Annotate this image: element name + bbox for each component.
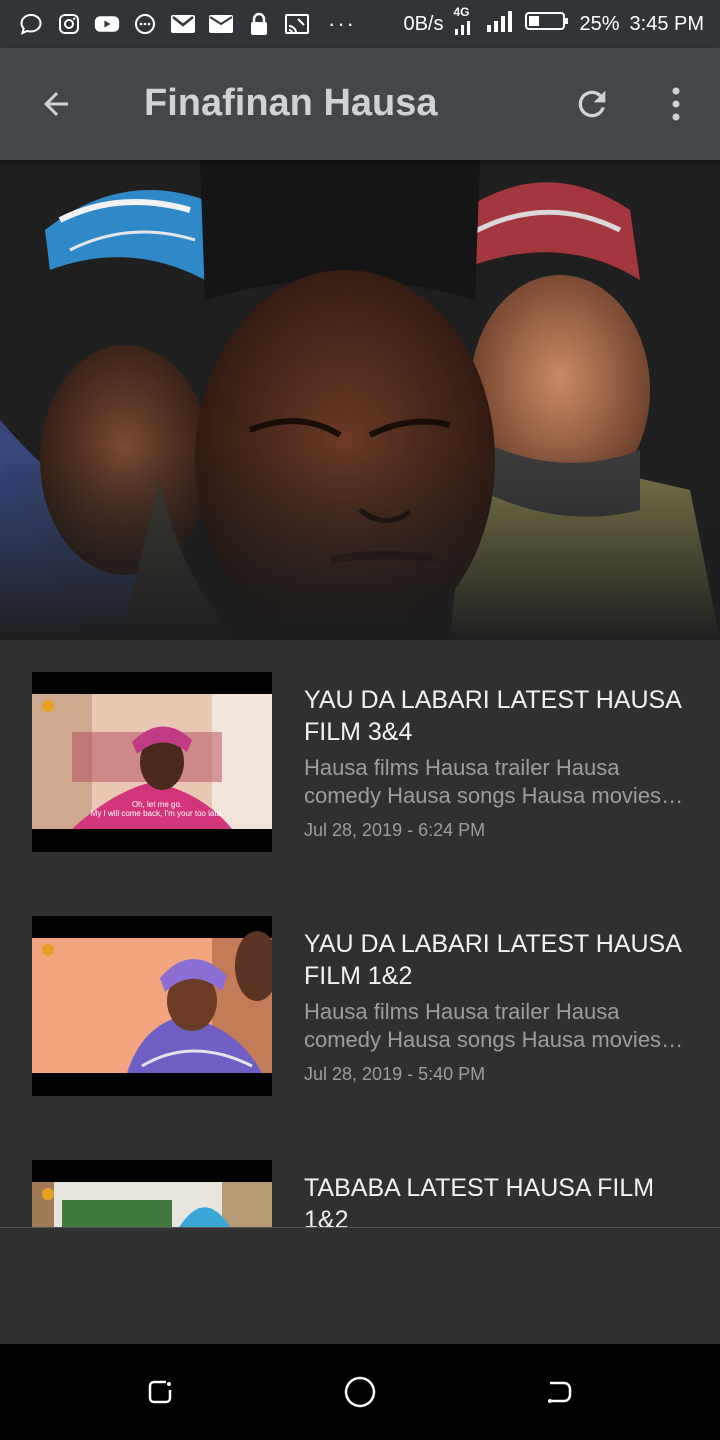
net-speed: 0B/s: [403, 12, 444, 35]
overflow-menu-icon: [672, 87, 680, 121]
clock: 3:45 PM: [629, 12, 704, 35]
video-description: Hausa films Hausa trailer Hausa comedy H…: [304, 755, 662, 808]
bottom-panel: [0, 1228, 720, 1344]
lock-icon: [246, 11, 272, 37]
video-title: YAU DA LABARI LATEST HAUSA FILM 1&2: [304, 930, 681, 990]
instagram-icon: [56, 11, 82, 37]
cast-icon: [284, 11, 310, 37]
video-thumbnail[interactable]: Oh, let me go. My I will come back, I'm …: [32, 672, 272, 852]
battery-icon: [525, 10, 569, 38]
refresh-button[interactable]: [568, 80, 616, 128]
signal-icon: 4G: [453, 5, 475, 37]
page-title: Finafinan Hausa: [144, 82, 438, 124]
email-icon: [208, 11, 234, 37]
youtube-icon: [94, 11, 120, 37]
hero-banner-image: [0, 160, 720, 640]
status-bar: ··· 0B/s 4G 25% 3:45 PM: [0, 0, 720, 48]
overflow-menu-button[interactable]: [652, 80, 700, 128]
thumbnail-caption: Oh, let me go. My I will come back, I'm …: [90, 800, 224, 818]
wifi-signal-icon: [485, 9, 515, 39]
video-title: YAU DA LABARI LATEST HAUSA FILM 3&4: [304, 686, 681, 746]
video-title: TABABA LATEST HAUSA FILM 1&2: [304, 1174, 655, 1228]
video-thumbnail[interactable]: [32, 1160, 272, 1228]
system-nav-bar: [0, 1344, 720, 1440]
refresh-icon: [578, 90, 606, 118]
home-icon: [344, 1376, 376, 1408]
list-item[interactable]: TABABA LATEST HAUSA FILM 1&2: [0, 1128, 720, 1228]
back-arrow-icon: [44, 92, 68, 116]
video-description: Hausa films Hausa trailer Hausa comedy H…: [304, 999, 662, 1052]
system-back-button[interactable]: [536, 1368, 584, 1416]
chat-bubble-icon: [18, 11, 44, 37]
video-date: Jul 28, 2019 - 5:40 PM: [304, 1064, 486, 1084]
list-item[interactable]: YAU DA LABARI LATEST HAUSA FILM 1&2 Haus…: [0, 884, 720, 1128]
video-thumbnail[interactable]: [32, 916, 272, 1096]
list-item[interactable]: Oh, let me go. My I will come back, I'm …: [0, 640, 720, 884]
video-list: Oh, let me go. My I will come back, I'm …: [0, 640, 720, 1228]
message-icon: [132, 11, 158, 37]
back-button[interactable]: [32, 80, 80, 128]
recents-icon: [148, 1380, 172, 1404]
more-dots-icon: ···: [328, 11, 356, 36]
battery-percent: 25%: [579, 12, 620, 35]
recents-button[interactable]: [136, 1368, 184, 1416]
app-bar: Finafinan Hausa: [0, 48, 720, 160]
back-icon: [548, 1381, 572, 1403]
gmail-icon: [170, 11, 196, 37]
home-button[interactable]: [336, 1368, 384, 1416]
video-date: Jul 28, 2019 - 6:24 PM: [304, 820, 486, 840]
